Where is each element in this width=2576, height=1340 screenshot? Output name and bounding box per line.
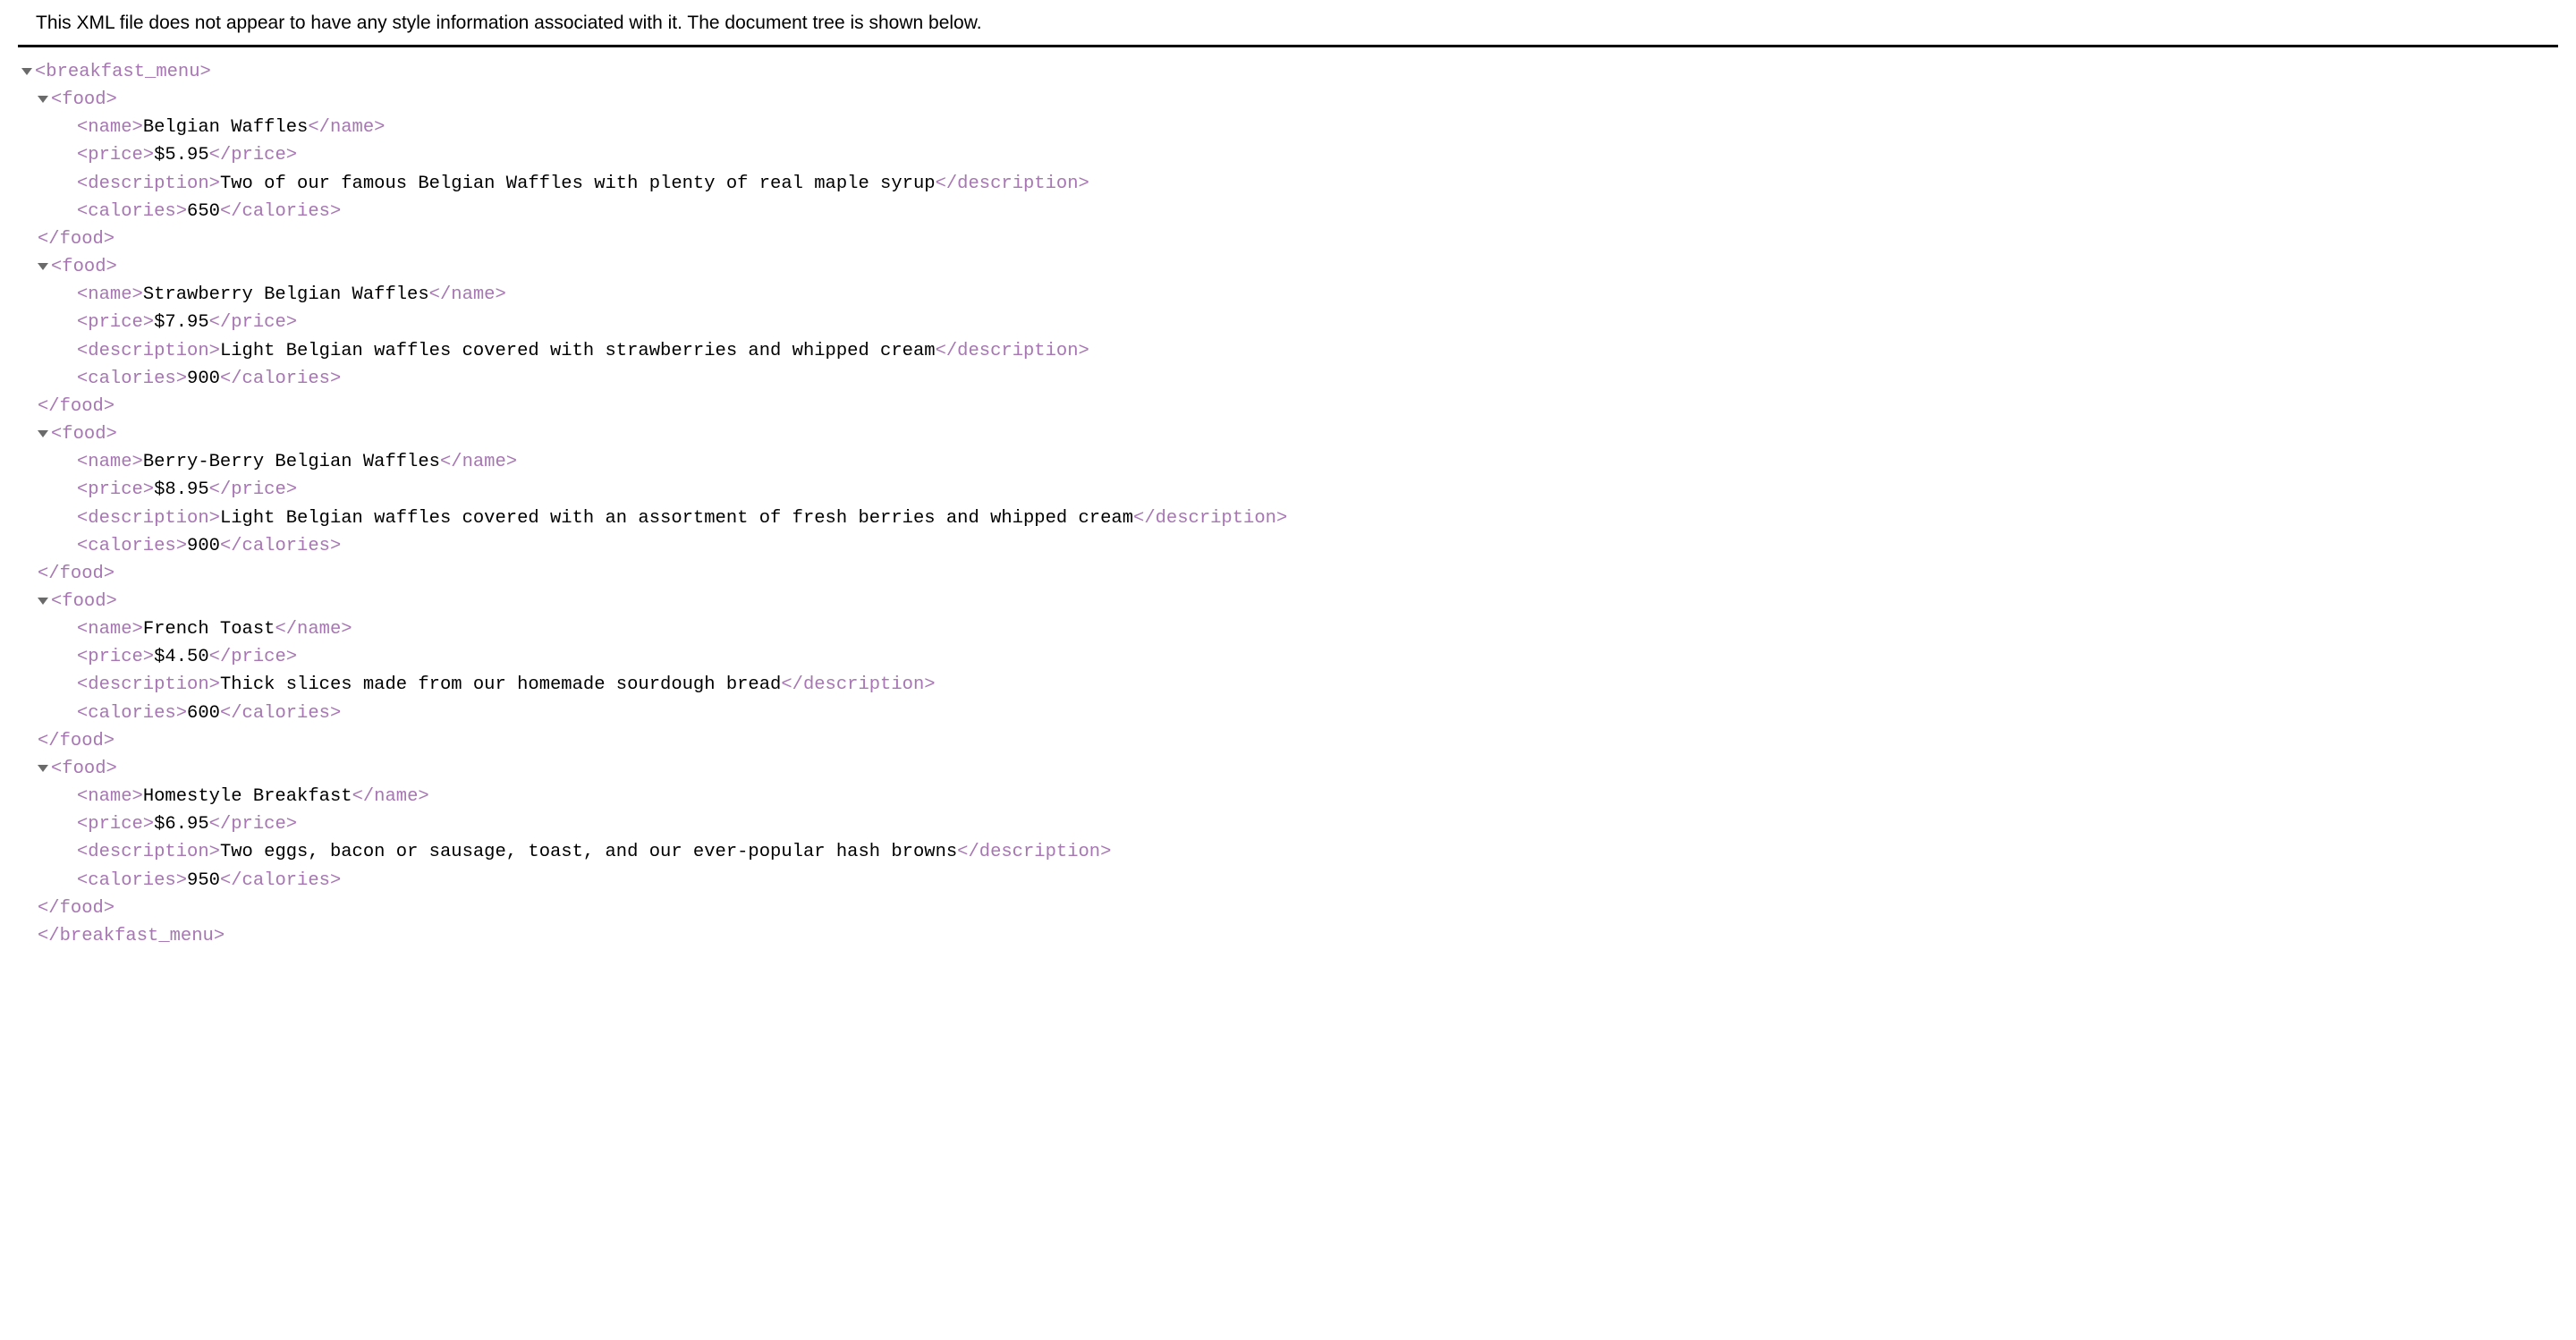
- food-description: Light Belgian waffles covered with straw…: [220, 341, 936, 361]
- xml-element-name: <name>Berry-Berry Belgian Waffles</name>: [77, 448, 2555, 476]
- food-node: <food><name>French Toast</name><price>$4…: [38, 588, 2555, 755]
- expand-toggle-icon[interactable]: [38, 598, 48, 605]
- food-node: <food><name>Belgian Waffles</name><price…: [38, 86, 2555, 253]
- xml-element-description: <description>Light Belgian waffles cover…: [77, 505, 2555, 532]
- xml-element-price: <price>$5.95</price>: [77, 141, 2555, 169]
- xml-element-price: <price>$4.50</price>: [77, 643, 2555, 671]
- xml-element-calories: <calories>900</calories>: [77, 365, 2555, 393]
- xml-element-name: <name>French Toast</name>: [77, 615, 2555, 643]
- xml-element-name: <name>Strawberry Belgian Waffles</name>: [77, 281, 2555, 309]
- food-price: $5.95: [154, 145, 209, 165]
- xml-no-style-banner: This XML file does not appear to have an…: [18, 0, 2558, 47]
- xml-element-description: <description>Thick slices made from our …: [77, 671, 2555, 699]
- food-name: Strawberry Belgian Waffles: [143, 284, 429, 305]
- food-name: French Toast: [143, 619, 275, 640]
- food-node: <food><name>Strawberry Belgian Waffles</…: [38, 253, 2555, 420]
- food-calories: 900: [187, 369, 220, 389]
- food-calories: 650: [187, 201, 220, 222]
- xml-element-description: <description>Light Belgian waffles cover…: [77, 337, 2555, 365]
- xml-element-price: <price>$8.95</price>: [77, 476, 2555, 504]
- xml-element-price: <price>$6.95</price>: [77, 810, 2555, 838]
- food-calories: 900: [187, 536, 220, 556]
- food-name: Belgian Waffles: [143, 117, 309, 138]
- food-description: Two eggs, bacon or sausage, toast, and o…: [220, 842, 957, 862]
- expand-toggle-icon[interactable]: [38, 765, 48, 772]
- food-calories: 600: [187, 703, 220, 724]
- xml-element-name: <name>Homestyle Breakfast</name>: [77, 783, 2555, 810]
- xml-element-calories: <calories>600</calories>: [77, 700, 2555, 727]
- xml-element-name: <name>Belgian Waffles</name>: [77, 114, 2555, 141]
- xml-element-description: <description>Two of our famous Belgian W…: [77, 170, 2555, 198]
- food-node: <food><name>Berry-Berry Belgian Waffles<…: [38, 420, 2555, 588]
- food-name: Berry-Berry Belgian Waffles: [143, 452, 440, 472]
- food-node: <food><name>Homestyle Breakfast</name><p…: [38, 755, 2555, 922]
- xml-element-calories: <calories>650</calories>: [77, 198, 2555, 225]
- food-price: $6.95: [154, 814, 209, 835]
- expand-toggle-icon[interactable]: [21, 68, 32, 75]
- food-name: Homestyle Breakfast: [143, 786, 352, 807]
- food-price: $8.95: [154, 479, 209, 500]
- xml-element-calories: <calories>900</calories>: [77, 532, 2555, 560]
- food-description: Thick slices made from our homemade sour…: [220, 674, 781, 695]
- xml-element-price: <price>$7.95</price>: [77, 309, 2555, 336]
- xml-tree: <breakfast_menu><food><name>Belgian Waff…: [0, 47, 2576, 961]
- food-calories: 950: [187, 870, 220, 891]
- food-price: $4.50: [154, 647, 209, 667]
- food-description: Light Belgian waffles covered with an as…: [220, 508, 1133, 529]
- xml-element-description: <description>Two eggs, bacon or sausage,…: [77, 838, 2555, 866]
- food-price: $7.95: [154, 312, 209, 333]
- banner-text: This XML file does not appear to have an…: [36, 13, 982, 33]
- expand-toggle-icon[interactable]: [38, 263, 48, 270]
- xml-element-calories: <calories>950</calories>: [77, 867, 2555, 895]
- food-description: Two of our famous Belgian Waffles with p…: [220, 174, 936, 194]
- expand-toggle-icon[interactable]: [38, 96, 48, 103]
- expand-toggle-icon[interactable]: [38, 430, 48, 437]
